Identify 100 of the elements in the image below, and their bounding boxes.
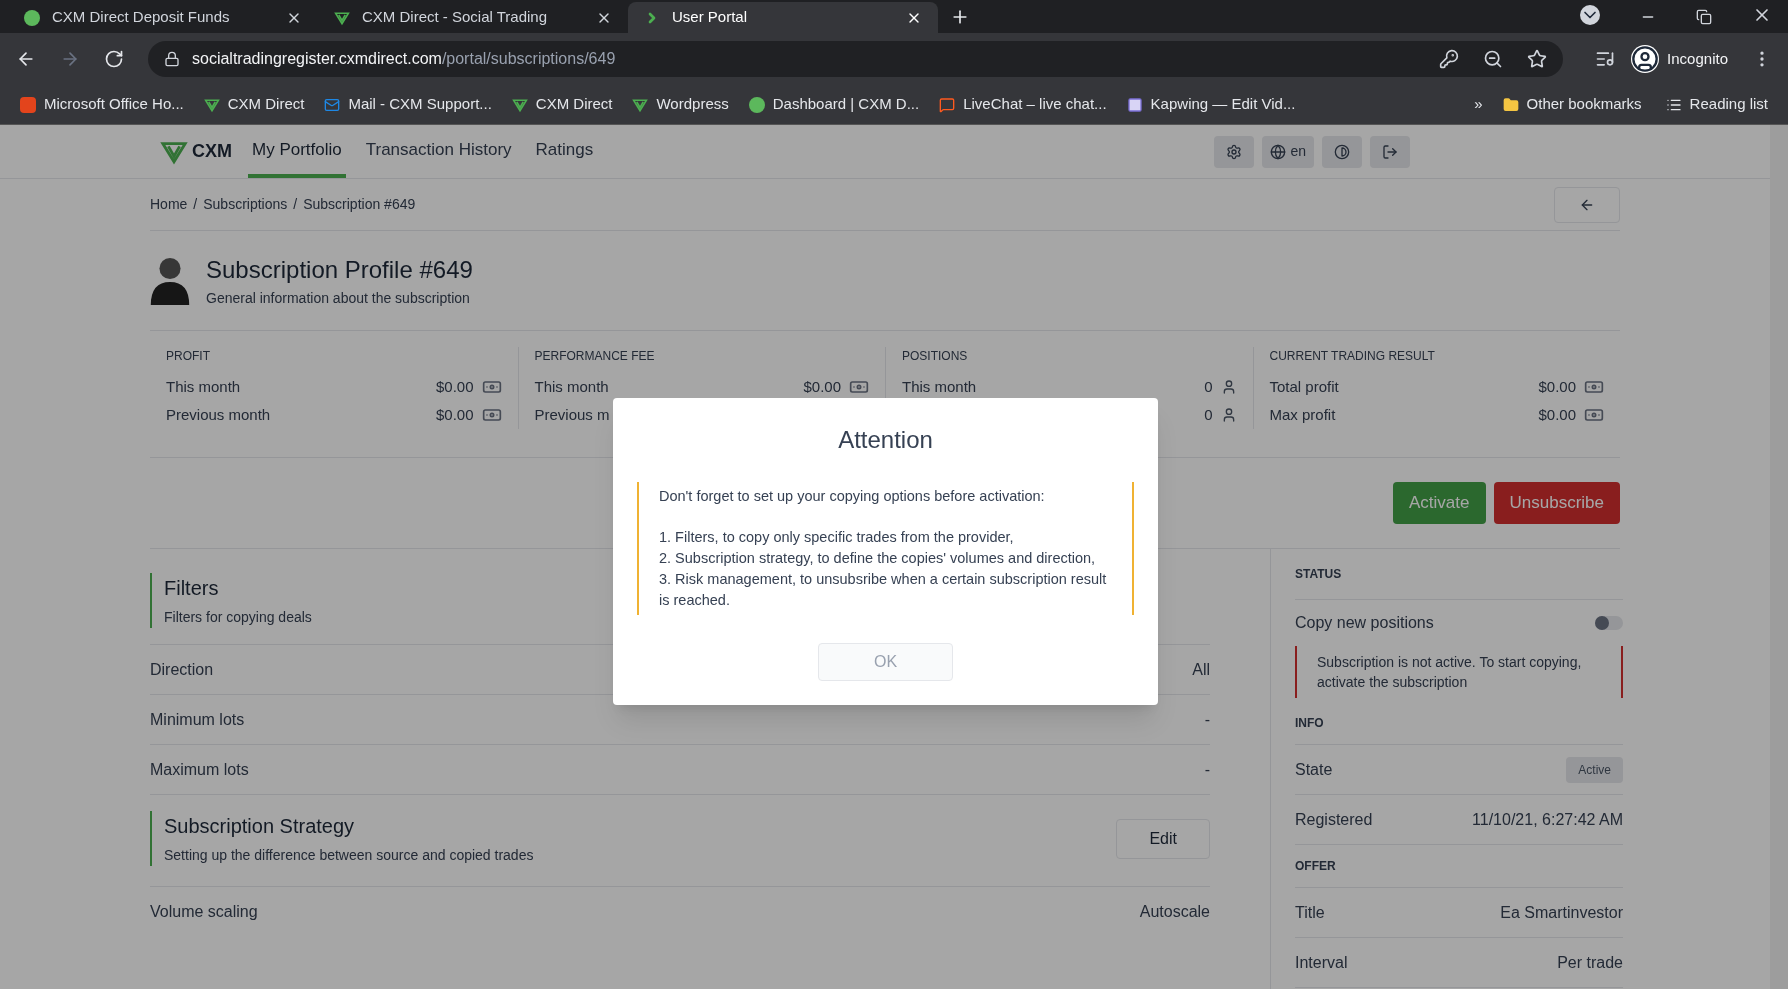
- dialog-title: Attention: [838, 425, 933, 455]
- filter-value: All: [1192, 659, 1210, 680]
- stat-label: This month: [534, 376, 609, 397]
- section-heading: INFO: [1295, 702, 1623, 745]
- media-icon[interactable]: [1595, 49, 1616, 69]
- bookmark[interactable]: LiveChat – live chat...: [939, 93, 1107, 116]
- nav-link[interactable]: Transaction History: [361, 125, 516, 178]
- bookmark[interactable]: Mail - CXM Support...: [324, 93, 492, 116]
- section-title: Filters: [164, 576, 219, 601]
- state-badge: Active: [1566, 756, 1623, 783]
- profile-chip[interactable]: Incognito: [1631, 45, 1728, 73]
- key-icon[interactable]: [1439, 49, 1460, 69]
- warning-alert: Subscription is not active. To start copying, activate the subscription: [1295, 646, 1623, 698]
- bookmark-folder[interactable]: Other bookmarks: [1502, 93, 1642, 116]
- reload-icon[interactable]: [104, 49, 124, 69]
- stat-value: $0.00: [1538, 404, 1576, 425]
- bookmark[interactable]: CXM Direct: [511, 93, 613, 116]
- breadcrumb-separator: /: [193, 195, 198, 214]
- stat-label: This month: [902, 376, 977, 397]
- stat-value: $0.00: [1538, 376, 1576, 397]
- copy-toggle[interactable]: [1595, 616, 1623, 630]
- section-subtitle: Setting up the difference between source and copied trades: [164, 846, 534, 865]
- browser-tab[interactable]: CXM Direct Deposit Funds: [8, 2, 318, 33]
- star-icon[interactable]: [1527, 49, 1548, 69]
- stat-label: Previous month: [166, 404, 271, 425]
- dialog-message: Don't forget to set up your copying options before activation: 1. Filters, to copy only specific trades from the provider, 2. Subscription strategy, to define the copies' volumes and direction, 3. Risk management, to unsubsribe when a certain subscription result is reached.: [637, 482, 1134, 615]
- stat-value: 0: [1204, 376, 1213, 397]
- address-bar[interactable]: socialtradingregister.cxmdirect.com/portal/subscriptions/649: [148, 41, 1564, 77]
- bookmark[interactable]: Kapwing — Edit Vid...: [1126, 93, 1296, 116]
- nav-link[interactable]: Ratings: [531, 125, 598, 178]
- info-label: Interval: [1295, 952, 1348, 973]
- page-title: Subscription Profile #649: [206, 255, 473, 285]
- language-button[interactable]: en: [1262, 135, 1314, 168]
- stat-label: Total profit: [1269, 376, 1339, 397]
- action-button[interactable]: Unsubscribe: [1493, 482, 1620, 524]
- toggle-label: Copy new positions: [1295, 613, 1434, 633]
- strategy-value: Autoscale: [1139, 901, 1210, 922]
- info-label: Registered: [1295, 809, 1373, 830]
- browser-tab[interactable]: CXM Direct - Social Trading: [318, 2, 628, 33]
- chat-icon: [939, 96, 956, 113]
- info-value: 11/10/21, 6:27:42 AM: [1472, 809, 1623, 830]
- filter-label: Maximum lots: [150, 759, 249, 780]
- stat-heading: POSITIONS: [902, 348, 969, 365]
- tab-title: CXM Direct Deposit Funds: [52, 7, 231, 28]
- bookmark[interactable]: Dashboard | CXM D...: [748, 93, 920, 116]
- globe-icon: [1270, 143, 1287, 160]
- settings-button[interactable]: [1214, 135, 1255, 168]
- video-icon: [1126, 96, 1143, 113]
- stat-heading: PROFIT: [166, 348, 211, 365]
- bookmark[interactable]: Wordpress: [632, 93, 729, 116]
- zoom-icon[interactable]: [1483, 49, 1504, 69]
- stat-heading: CURRENT TRADING RESULT: [1269, 348, 1436, 365]
- edit-button[interactable]: Edit: [1116, 818, 1210, 859]
- incognito-icon: [1631, 45, 1660, 73]
- info-value: Ea Smartinvestor: [1500, 902, 1623, 923]
- stat-label: This month: [166, 376, 241, 397]
- info-value: Per trade: [1557, 952, 1623, 973]
- stat-label: Previous m: [534, 404, 610, 425]
- tab-title: User Portal: [672, 7, 749, 28]
- restore-icon[interactable]: [1696, 9, 1712, 25]
- brand-name: CXM: [192, 140, 232, 163]
- browser-tab[interactable]: User Portal: [628, 2, 938, 33]
- profile-label: Incognito: [1667, 48, 1728, 69]
- contrast-icon: [1334, 143, 1350, 160]
- breadcrumb-link[interactable]: Home: [150, 194, 188, 215]
- logo-icon: [203, 96, 220, 113]
- section-subtitle: Filters for copying deals: [164, 608, 312, 627]
- lock-icon: [164, 51, 180, 67]
- more-bookmarks[interactable]: »: [1474, 93, 1483, 116]
- person-avatar-icon: [150, 256, 190, 305]
- stat-label: Max profit: [1269, 404, 1336, 425]
- site-icon: [748, 96, 765, 113]
- breadcrumb-link[interactable]: Subscriptions: [203, 194, 288, 215]
- breadcrumb-link[interactable]: Subscription #649: [303, 194, 416, 215]
- logo-icon: [334, 9, 350, 26]
- folder-icon: [1502, 96, 1519, 113]
- mail-icon: [324, 96, 341, 113]
- site-icon: [24, 9, 40, 26]
- theme-button[interactable]: [1322, 135, 1362, 168]
- section-title: Subscription Strategy: [164, 814, 355, 839]
- scrollbar[interactable]: [1770, 125, 1788, 989]
- logout-button[interactable]: [1370, 135, 1410, 168]
- url-text: socialtradingregister.cxmdirect.com/portal/subscriptions/649: [192, 49, 616, 69]
- bookmark[interactable]: CXM Direct: [203, 93, 305, 116]
- logout-icon: [1382, 143, 1398, 160]
- filter-label: Direction: [150, 659, 214, 680]
- office-icon: [20, 96, 36, 113]
- settings-icon: [1226, 143, 1243, 160]
- reading-list[interactable]: Reading list: [1665, 93, 1768, 116]
- stat-value: 0: [1204, 404, 1213, 425]
- tab-search-icon[interactable]: [1580, 5, 1600, 25]
- stat-value: $0.00: [435, 376, 474, 397]
- page-subtitle: General information about the subscription: [206, 289, 471, 308]
- bookmark[interactable]: Microsoft Office Ho...: [20, 93, 184, 116]
- breadcrumb-separator: /: [293, 195, 298, 214]
- stat-heading: PERFORMANCE FEE: [534, 348, 656, 365]
- nav-link[interactable]: My Portfolio: [248, 125, 346, 178]
- section-heading: OFFER: [1295, 845, 1623, 888]
- logo-icon: [511, 96, 528, 113]
- filter-value: -: [1204, 759, 1210, 780]
